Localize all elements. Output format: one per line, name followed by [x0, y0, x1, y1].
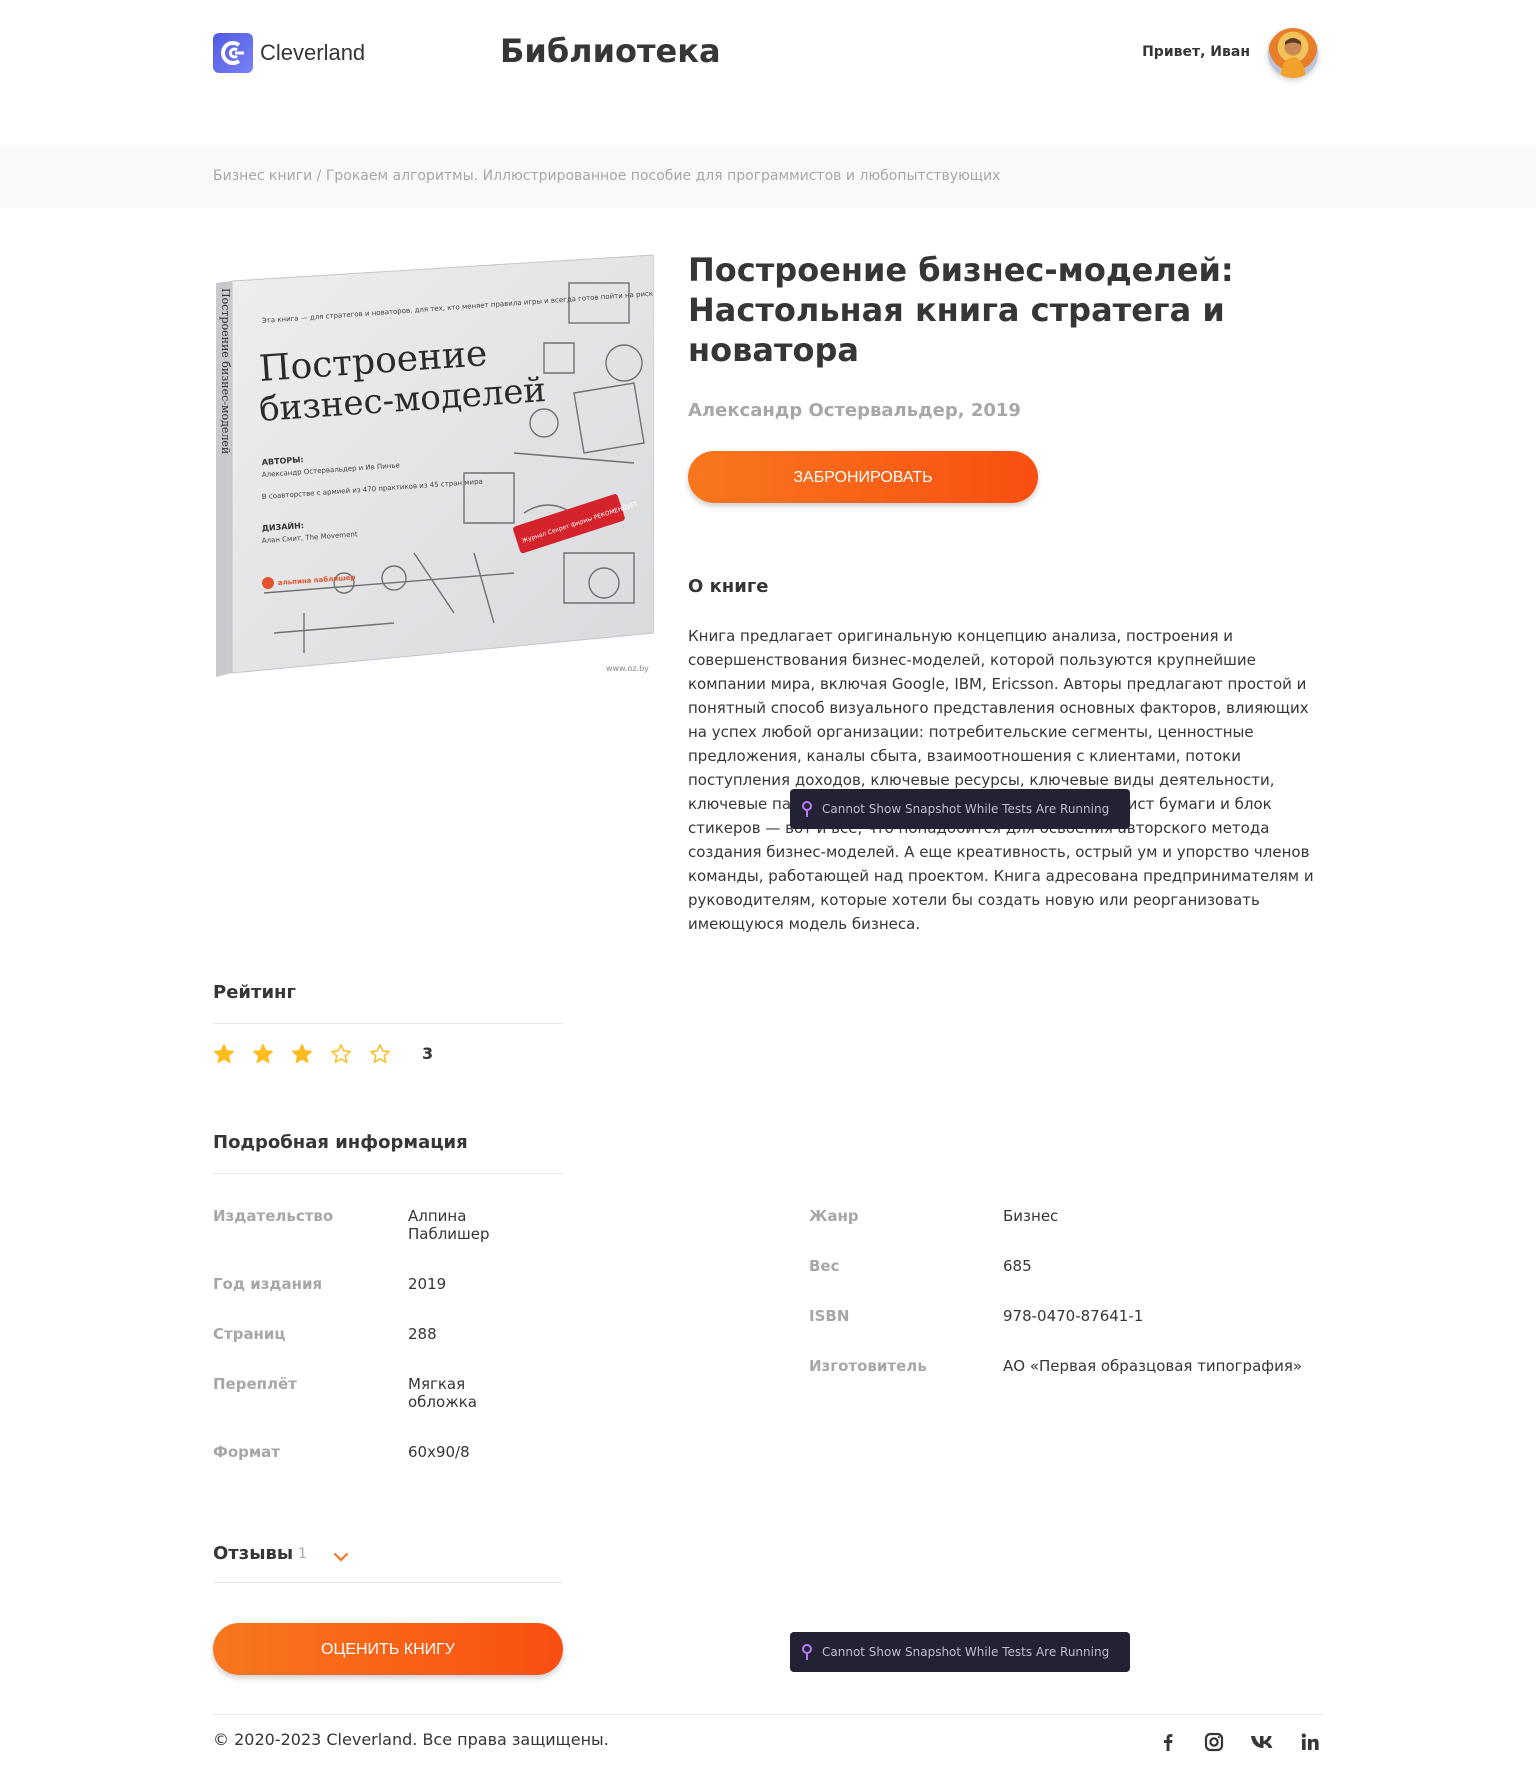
cover-spine: Построение бизнес-моделей: [219, 288, 232, 454]
detail-key: Издательство: [213, 1207, 334, 1225]
rating-value: 3: [422, 1044, 434, 1063]
detail-value: 685: [1003, 1257, 1032, 1275]
star-filled-icon[interactable]: [213, 1043, 235, 1065]
pin-icon: [802, 801, 812, 817]
detail-key: ISBN: [809, 1307, 850, 1325]
snapshot-tooltip: Cannot Show Snapshot While Tests Are Run…: [790, 1632, 1130, 1672]
rating-stars[interactable]: [213, 1043, 413, 1067]
detail-value: АО «Первая образцовая типография»: [1003, 1357, 1303, 1375]
logo-icon[interactable]: [213, 33, 253, 73]
detail-value: 2019: [408, 1275, 447, 1293]
detail-value: 60х90/8: [408, 1443, 470, 1461]
user-greeting[interactable]: Привет, Иван: [1100, 44, 1250, 60]
footer-divider: [213, 1714, 1323, 1715]
linkedin-icon[interactable]: [1300, 1732, 1320, 1752]
instagram-icon[interactable]: [1204, 1732, 1224, 1752]
about-text: Книга предлагает оригинальную концепцию …: [688, 627, 1314, 933]
book-cover-image: Эта книга — для стратегов и новаторов, д…: [214, 253, 971, 678]
reviews-heading: Отзывы: [213, 1543, 294, 1564]
cover-watermark: www.oz.by: [606, 664, 649, 673]
page-title: Библиотека: [500, 32, 721, 70]
reviews-count: 1: [298, 1546, 307, 1562]
star-empty-icon[interactable]: [369, 1043, 391, 1065]
chevron-down-icon[interactable]: [331, 1547, 351, 1567]
reserve-button[interactable]: ЗАБРОНИРОВАТЬ: [688, 451, 1038, 503]
star-empty-icon[interactable]: [330, 1043, 352, 1065]
about-heading: О книге: [688, 576, 769, 597]
tooltip-text: Cannot Show Snapshot While Tests Are Run…: [822, 802, 1110, 816]
snapshot-tooltip: Cannot Show Snapshot While Tests Are Run…: [790, 789, 1130, 829]
detail-key: Вес: [809, 1257, 840, 1275]
details-heading: Подробная информация: [213, 1132, 468, 1153]
detail-key: Изготовитель: [809, 1357, 927, 1375]
tooltip-text: Cannot Show Snapshot While Tests Are Run…: [822, 1645, 1110, 1659]
divider: [213, 1023, 563, 1024]
star-filled-icon[interactable]: [252, 1043, 274, 1065]
vk-icon[interactable]: [1250, 1732, 1274, 1752]
detail-value: 288: [408, 1325, 437, 1343]
divider: [213, 1173, 563, 1174]
book-title: Построение бизнес-моделей: Настольная кн…: [688, 251, 1234, 369]
detail-key: Жанр: [809, 1207, 859, 1225]
logo-text[interactable]: Cleverland: [260, 40, 365, 66]
footer-copyright: © 2020-2023 Cleverland. Все права защище…: [213, 1730, 609, 1749]
detail-value: Алпина Паблишер: [408, 1207, 490, 1243]
rating-heading: Рейтинг: [213, 982, 296, 1003]
detail-value: 978-0470-87641-1: [1003, 1307, 1144, 1325]
detail-key: Формат: [213, 1443, 280, 1461]
book-author: Александр Остервальдер, 2019: [688, 400, 1021, 421]
star-filled-icon[interactable]: [291, 1043, 313, 1065]
rate-book-button[interactable]: ОЦЕНИТЬ КНИГУ: [213, 1623, 563, 1675]
avatar[interactable]: [1268, 28, 1318, 78]
facebook-icon[interactable]: [1158, 1732, 1178, 1752]
detail-value: Бизнес: [1003, 1207, 1059, 1225]
detail-key: Переплёт: [213, 1375, 297, 1393]
detail-key: Год издания: [213, 1275, 323, 1293]
detail-key: Страниц: [213, 1325, 286, 1343]
detail-value: Мягкая обложка: [408, 1375, 477, 1411]
pin-icon: [802, 1644, 812, 1660]
divider: [213, 1582, 563, 1583]
breadcrumb[interactable]: Бизнес книги / Грокаем алгоритмы. Иллюст…: [213, 168, 1000, 184]
